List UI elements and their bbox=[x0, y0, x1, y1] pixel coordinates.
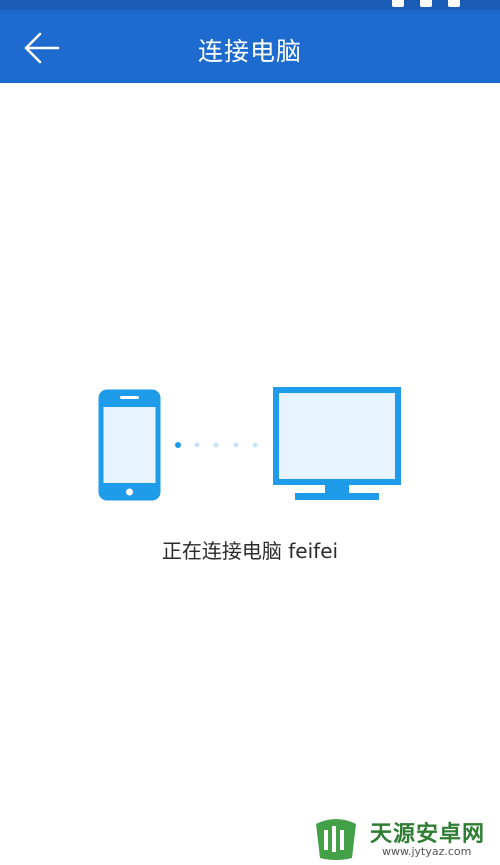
connection-dots bbox=[175, 442, 258, 448]
connection-illustration bbox=[98, 387, 401, 501]
watermark-url: www.jytyaz.com bbox=[382, 845, 472, 858]
monitor-icon bbox=[273, 387, 401, 500]
smartphone-icon bbox=[98, 389, 161, 501]
connection-status-text: 正在连接电脑 feifei bbox=[161, 539, 339, 563]
watermark-brand: 天源安卓网 bbox=[370, 822, 486, 847]
